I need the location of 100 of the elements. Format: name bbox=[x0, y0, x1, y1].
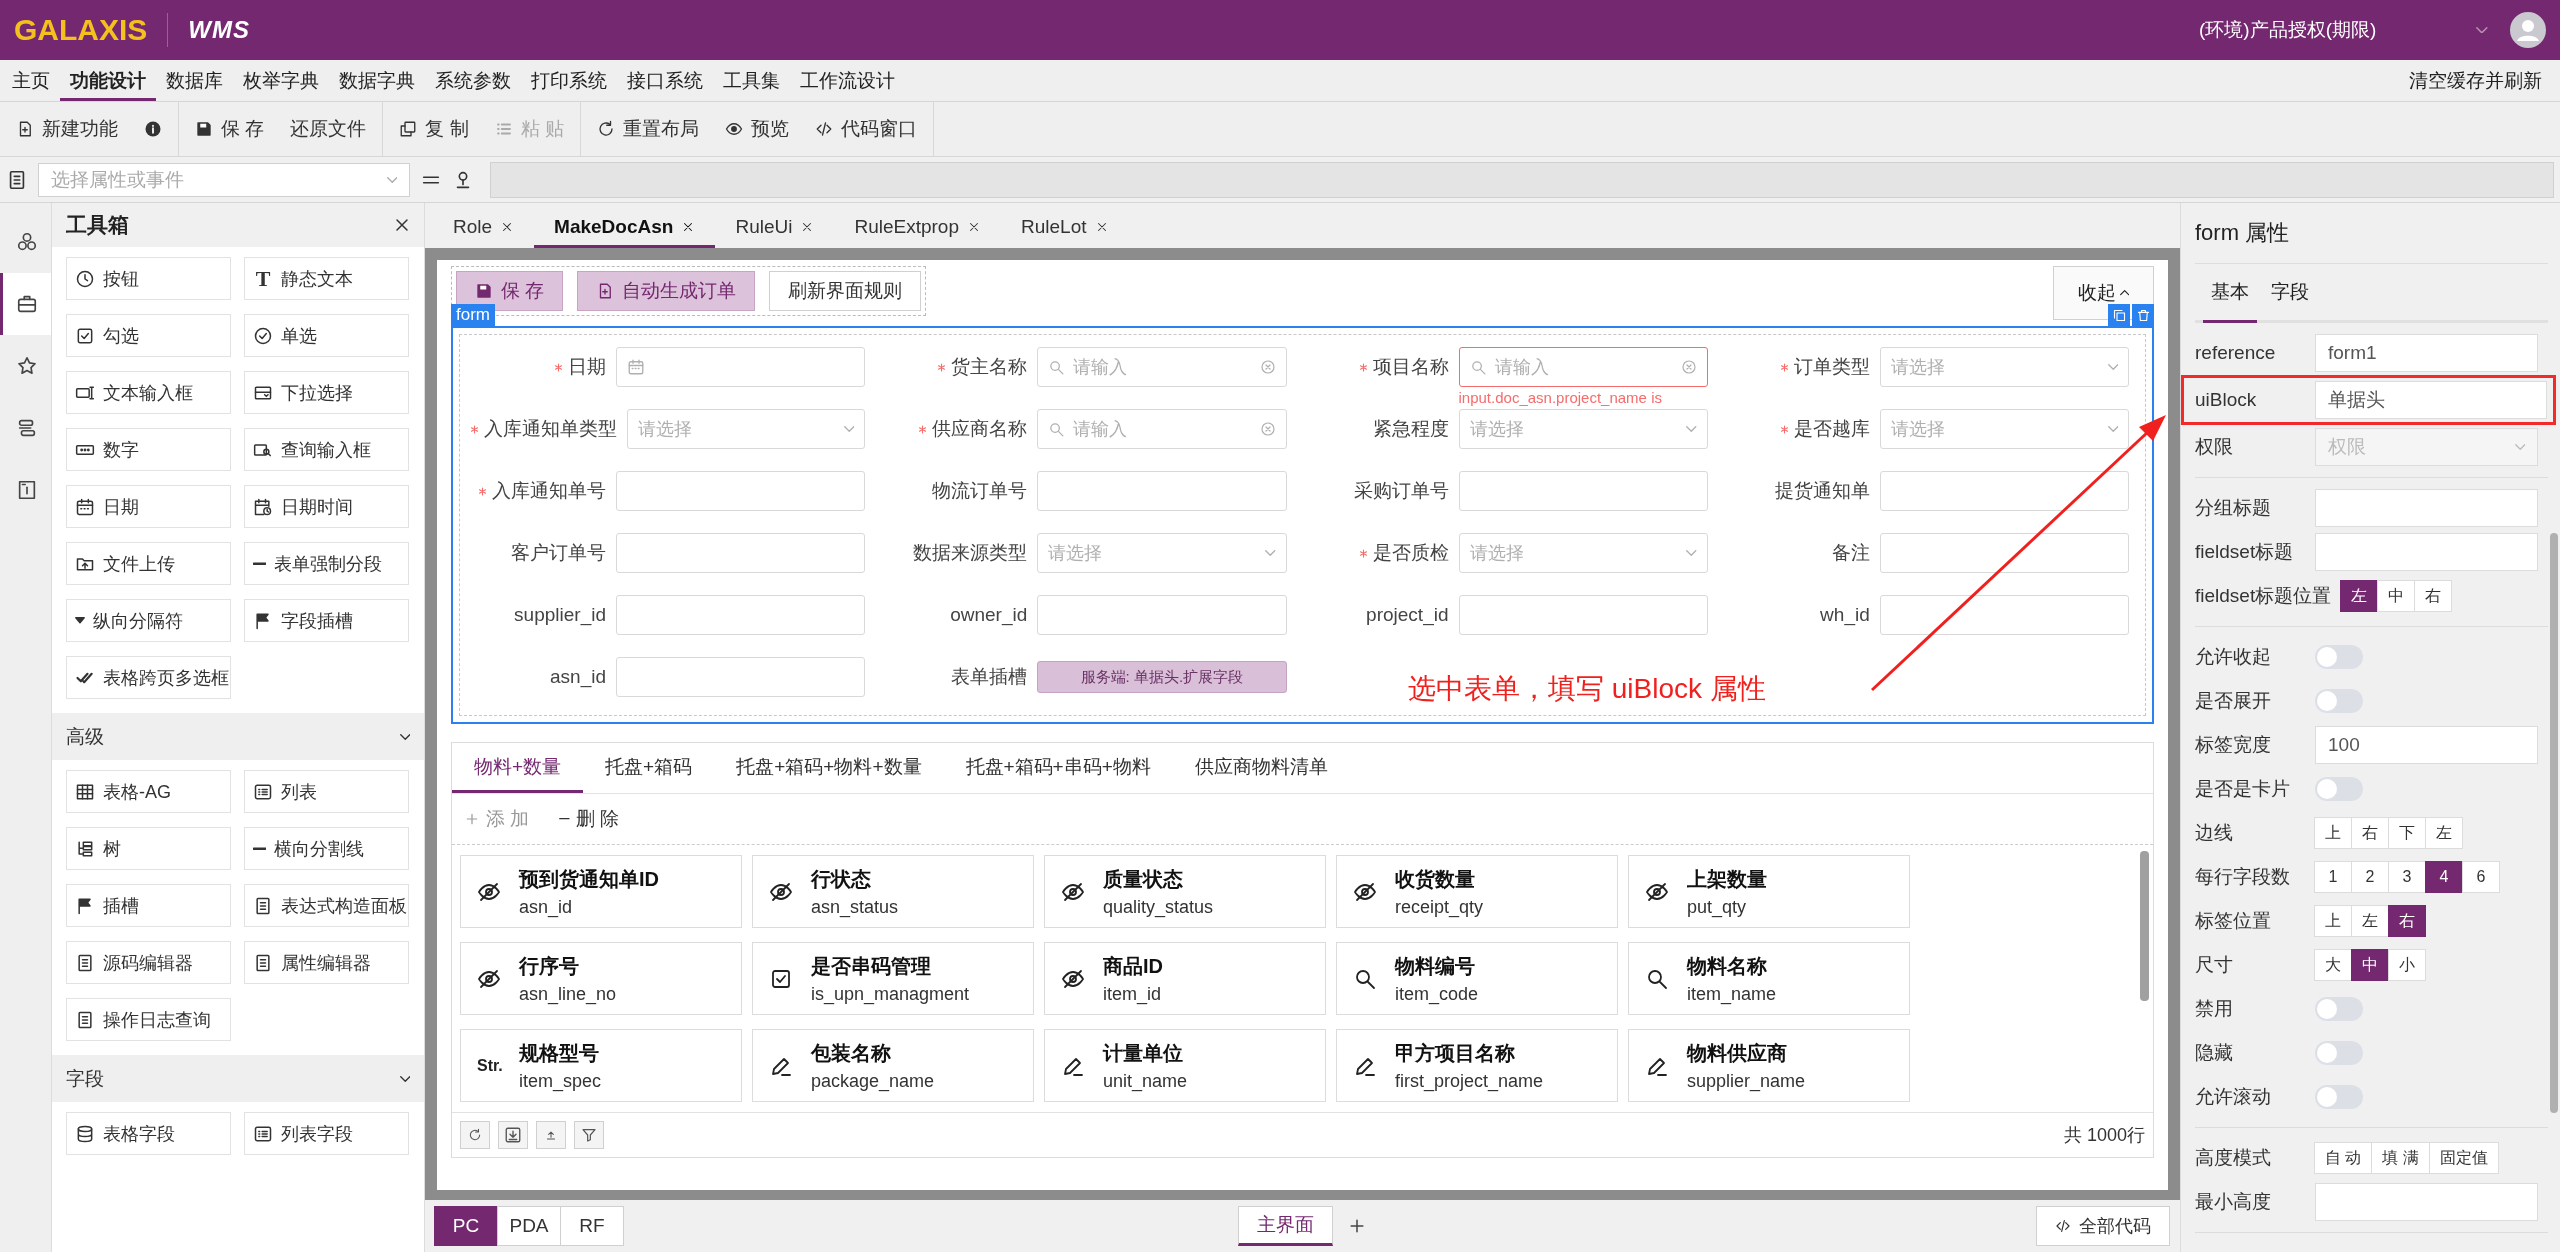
toolbox-item[interactable]: 列表字段 bbox=[244, 1112, 409, 1155]
segment-option[interactable]: 左 bbox=[2425, 817, 2463, 849]
menu-item[interactable]: 接口系统 bbox=[617, 60, 713, 101]
text-field[interactable] bbox=[616, 533, 866, 573]
date-field[interactable] bbox=[616, 347, 866, 387]
scrollbar[interactable] bbox=[2140, 851, 2149, 1001]
detail-tab[interactable]: 物料+数量 bbox=[452, 743, 584, 793]
scrollbar[interactable] bbox=[2550, 533, 2558, 1113]
clear-cache-link[interactable]: 清空缓存并刷新 bbox=[2409, 60, 2560, 101]
toolbox-item[interactable]: 列表 bbox=[244, 770, 409, 813]
field-card[interactable]: 物料名称 item_name bbox=[1628, 942, 1910, 1015]
delete-button[interactable] bbox=[2132, 304, 2154, 326]
toolbox-item[interactable]: 日期时间 bbox=[244, 485, 409, 528]
upload-button[interactable] bbox=[536, 1121, 566, 1149]
property-tab[interactable]: 基本 bbox=[2203, 264, 2257, 323]
field-card[interactable]: 质量状态 quality_status bbox=[1044, 855, 1326, 928]
toggle-switch[interactable] bbox=[2315, 1085, 2363, 1109]
toolbox-item[interactable]: 表格字段 bbox=[66, 1112, 231, 1155]
text-field[interactable] bbox=[2315, 533, 2538, 571]
field-card[interactable]: 计量单位 unit_name bbox=[1044, 1029, 1326, 1102]
toolbox-item[interactable]: 按钮 bbox=[66, 257, 231, 300]
menu-item[interactable]: 枚举字典 bbox=[233, 60, 329, 101]
toggle-switch[interactable] bbox=[2315, 777, 2363, 801]
document-tab[interactable]: RuleExtprop bbox=[834, 208, 1001, 248]
toolbox-item[interactable]: 插槽 bbox=[66, 884, 231, 927]
info-button[interactable] bbox=[144, 120, 162, 138]
field-card[interactable]: Str. 规格型号 item_spec bbox=[460, 1029, 742, 1102]
toolbox-item[interactable]: 纵向分隔符 bbox=[66, 599, 231, 642]
toolbar-button[interactable]: 重置布局 bbox=[596, 116, 699, 142]
download-button[interactable] bbox=[498, 1121, 528, 1149]
toolbox-item[interactable]: 数字 bbox=[66, 428, 231, 471]
segment-option[interactable]: 上 bbox=[2314, 905, 2352, 937]
segment-option[interactable]: 4 bbox=[2425, 861, 2463, 893]
segment-option[interactable]: 中 bbox=[2377, 580, 2416, 612]
field-card[interactable]: 物料编号 item_code bbox=[1336, 942, 1618, 1015]
text-field[interactable] bbox=[1458, 595, 1708, 635]
toolbox-item[interactable]: 源码编辑器 bbox=[66, 941, 231, 984]
toolbox-item[interactable]: 字段插槽 bbox=[244, 599, 409, 642]
toolbar-button[interactable]: 代码窗口 bbox=[814, 116, 917, 142]
page-tab[interactable]: 主界面 bbox=[1238, 1206, 1333, 1246]
text-field[interactable] bbox=[1037, 471, 1287, 511]
toolbox-item[interactable]: 操作日志查询 bbox=[66, 998, 231, 1041]
segment-option[interactable]: 3 bbox=[2388, 861, 2426, 893]
text-field[interactable] bbox=[1879, 533, 2129, 573]
property-tab[interactable]: 字段 bbox=[2263, 264, 2317, 323]
detail-tab[interactable]: 托盘+箱码 bbox=[583, 743, 715, 793]
field-card[interactable]: 行状态 asn_status bbox=[752, 855, 1034, 928]
document-tab[interactable]: RuleUi bbox=[715, 208, 835, 248]
segment-option[interactable]: 右 bbox=[2414, 580, 2453, 612]
toolbar-button[interactable]: 预览 bbox=[724, 116, 789, 142]
form-frame[interactable] bbox=[451, 326, 2154, 724]
toolbox-item[interactable]: 文本输入框 bbox=[66, 371, 231, 414]
toolbox-item[interactable]: 表格-AG bbox=[66, 770, 231, 813]
segment-option[interactable]: 大 bbox=[2314, 949, 2352, 981]
text-field[interactable] bbox=[616, 657, 866, 697]
toolbox-item[interactable]: 文件上传 bbox=[66, 542, 231, 585]
toolbox-item[interactable]: 查询输入框 bbox=[244, 428, 409, 471]
toolbar-button[interactable]: 新建功能 bbox=[16, 116, 118, 142]
copy-button[interactable] bbox=[2108, 304, 2130, 326]
toggle-switch[interactable] bbox=[2315, 689, 2363, 713]
menu-item[interactable]: 数据库 bbox=[156, 60, 233, 101]
toolbox-item[interactable]: 横向分割线 bbox=[244, 827, 409, 870]
field-card[interactable]: 包装名称 package_name bbox=[752, 1029, 1034, 1102]
field-card[interactable]: 上架数量 put_qty bbox=[1628, 855, 1910, 928]
segment-option[interactable]: 左 bbox=[2340, 580, 2379, 612]
document-tab[interactable]: Role bbox=[433, 208, 535, 248]
text-field[interactable] bbox=[1037, 595, 1287, 635]
menu-item[interactable]: 主页 bbox=[2, 60, 60, 101]
action-button[interactable]: 刷新界面规则 bbox=[769, 271, 922, 311]
segment-option[interactable]: 自 动 bbox=[2314, 1142, 2373, 1174]
segment-option[interactable]: 6 bbox=[2462, 861, 2500, 893]
menu-item[interactable]: 工具集 bbox=[713, 60, 790, 101]
toolbox-item[interactable]: T 静态文本 bbox=[244, 257, 409, 300]
text-field[interactable] bbox=[1458, 471, 1708, 511]
toggle-switch[interactable] bbox=[2315, 1041, 2363, 1065]
detail-tab[interactable]: 托盘+箱码+串码+物料 bbox=[943, 743, 1173, 793]
toolbar-button[interactable]: 保 存 bbox=[195, 116, 265, 142]
segment-option[interactable]: 上 bbox=[2314, 817, 2352, 849]
toolbox-item[interactable]: 勾选 bbox=[66, 314, 231, 357]
text-field[interactable] bbox=[2315, 1183, 2538, 1221]
text-field[interactable] bbox=[2315, 489, 2538, 527]
device-tab[interactable]: PC bbox=[434, 1206, 498, 1246]
segment-option[interactable]: 2 bbox=[2351, 861, 2389, 893]
text-field[interactable] bbox=[616, 471, 866, 511]
field-card[interactable]: 预到货通知单ID asn_id bbox=[460, 855, 742, 928]
field-card[interactable]: 收货数量 receipt_qty bbox=[1336, 855, 1618, 928]
filter-button[interactable] bbox=[574, 1121, 604, 1149]
action-button[interactable]: 自动生成订单 bbox=[577, 271, 756, 311]
segment-option[interactable]: 中 bbox=[2351, 949, 2389, 981]
delete-button[interactable]: 删 除 bbox=[559, 806, 620, 832]
toggle-switch[interactable] bbox=[2315, 997, 2363, 1021]
text-field[interactable]: 100 bbox=[2315, 726, 2538, 764]
text-field[interactable]: form1 bbox=[2315, 334, 2538, 372]
toolbox-item[interactable]: 日期 bbox=[66, 485, 231, 528]
segment-option[interactable]: 右 bbox=[2388, 905, 2426, 937]
avatar[interactable] bbox=[2510, 12, 2546, 48]
toolbar-button[interactable]: 还原文件 bbox=[290, 116, 367, 142]
field-card[interactable]: 商品ID item_id bbox=[1044, 942, 1326, 1015]
menu-item[interactable]: 打印系统 bbox=[521, 60, 617, 101]
expression-field[interactable] bbox=[490, 161, 2554, 198]
